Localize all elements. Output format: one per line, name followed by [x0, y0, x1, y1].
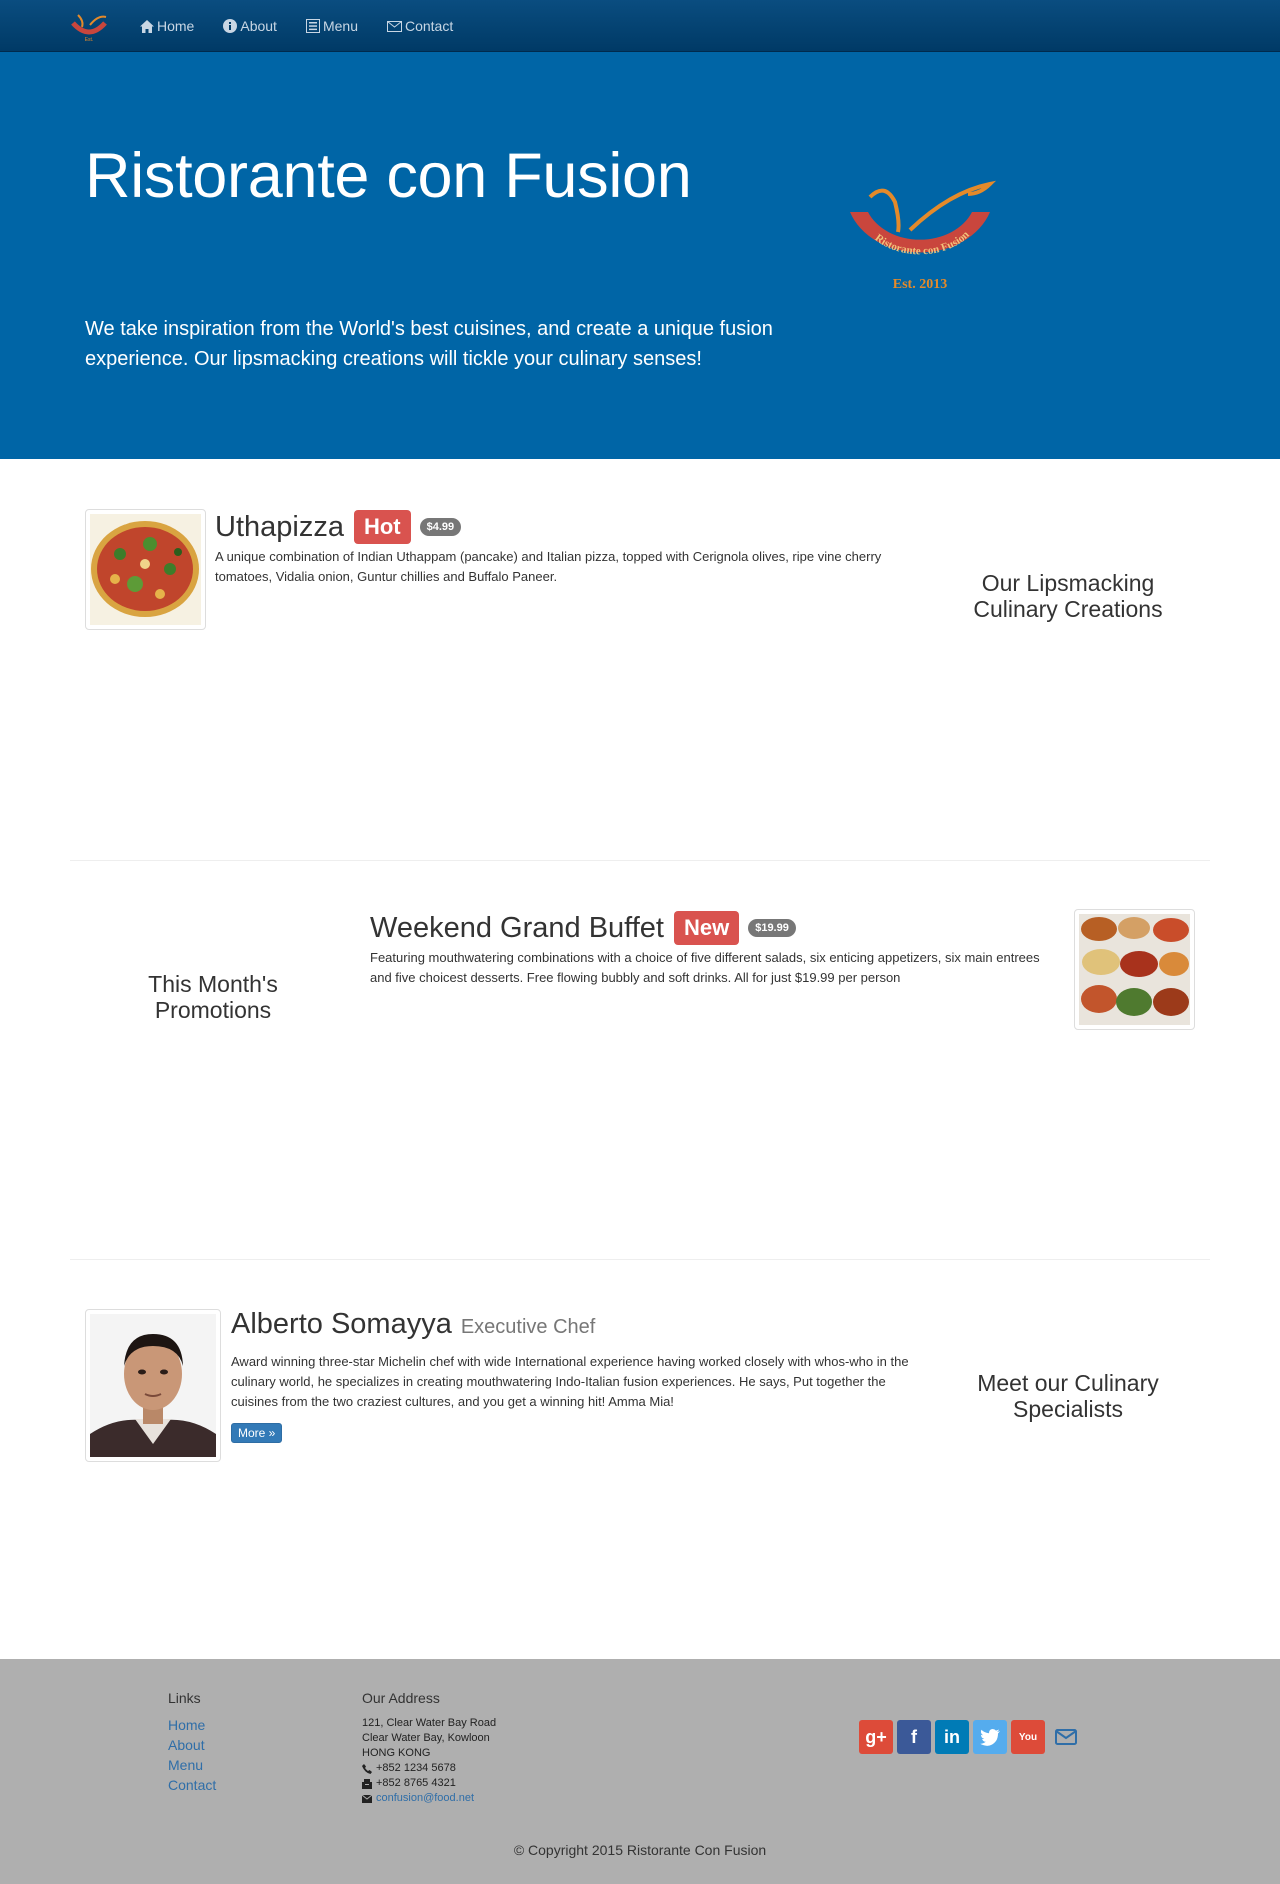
copyright: © Copyright 2015 Ristorante Con Fusion [513, 1842, 767, 1858]
footer-address-heading: Our Address [362, 1690, 440, 1706]
nav-menu-label: Menu [322, 18, 358, 34]
footer-links-heading: Links [168, 1690, 201, 1706]
linkedin-icon: in [944, 1726, 960, 1747]
svg-text:Est.: Est. [85, 37, 94, 43]
home-icon [140, 19, 154, 33]
envelope-icon [362, 1794, 372, 1803]
chef-designation: Executive Chef [460, 1316, 596, 1338]
list-icon [305, 19, 320, 33]
twitter-icon [980, 1728, 1000, 1746]
address-line: 121, Clear Water Bay Road [362, 1717, 497, 1729]
footer-link-about[interactable]: About [168, 1735, 216, 1755]
chef-name: Alberto Somayya [231, 1308, 452, 1340]
hot-label: Hot [353, 510, 411, 544]
info-icon [223, 19, 238, 33]
dish-description: A unique combination of Indian Uthappam … [215, 549, 882, 584]
nav-contact[interactable]: Contact [386, 18, 454, 34]
promotion-image [1074, 909, 1195, 1030]
email-row: confusion@food.net [362, 1791, 496, 1806]
promotion-name: Weekend Grand Buffet [370, 911, 664, 944]
fax-number: +852 8765 4321 [376, 1777, 456, 1789]
phone-row: +852 1234 5678 [362, 1761, 496, 1776]
nav-menu[interactable]: Menu [305, 18, 358, 34]
address-line: HONG KONG [362, 1747, 431, 1759]
facebook-icon: f [911, 1726, 917, 1747]
footer-link-contact[interactable]: Contact [168, 1775, 216, 1795]
chef-description: Award winning three-star Michelin chef w… [231, 1354, 909, 1409]
restaurant-logo: Ristorante con Fusion Est. 2013 [840, 172, 1010, 292]
chef-heading: Alberto Somayya Executive Chef [231, 1308, 595, 1341]
fax-row: +852 8765 4321 [362, 1776, 496, 1791]
section-divider [70, 1259, 1210, 1260]
svg-text:Est. 2013: Est. 2013 [893, 277, 947, 292]
phone-icon [362, 1763, 372, 1774]
dish-heading: Uthapizza Hot $4.99 [215, 510, 462, 544]
linkedin-button[interactable]: in [935, 1720, 969, 1754]
footer: Links Home About Menu Contact Our Addres… [0, 1659, 1280, 1884]
nav-home-label: Home [157, 18, 195, 34]
address-line: Clear Water Bay, Kowloon [362, 1732, 490, 1744]
nav-home[interactable]: Home [140, 18, 194, 34]
promotion-price-badge: $19.99 [748, 919, 796, 937]
fax-icon [362, 1778, 372, 1789]
promotion-heading: Weekend Grand Buffet New $19.99 [370, 911, 796, 945]
google-plus-button[interactable]: g+ [859, 1720, 893, 1754]
dish-name: Uthapizza [215, 510, 344, 543]
jumbotron: Ristorante con Fusion We take inspiratio… [0, 52, 1280, 459]
facebook-button[interactable]: f [897, 1720, 931, 1754]
hero-title: Ristorante con Fusion [85, 141, 692, 211]
footer-links: Home About Menu Contact [168, 1715, 216, 1795]
nav-about-label: About [240, 18, 277, 34]
social-buttons: g+ f in You [859, 1720, 1087, 1754]
promotion-description: Featuring mouthwatering combinations wit… [370, 950, 1040, 985]
youtube-button[interactable]: You [1011, 1720, 1045, 1754]
promotion-section-title: This Month's Promotions [148, 971, 278, 1023]
new-label: New [673, 911, 740, 945]
navbar: Est. Home About Menu Contact [0, 0, 1280, 52]
brand-logo[interactable]: Est. [68, 11, 110, 43]
email-link[interactable]: confusion@food.net [376, 1791, 474, 1806]
youtube-icon: You [1018, 1731, 1038, 1743]
footer-link-menu[interactable]: Menu [168, 1755, 216, 1775]
dish-price-badge: $4.99 [419, 518, 462, 536]
dish-image [85, 509, 206, 630]
envelope-icon [1055, 1729, 1077, 1745]
twitter-button[interactable] [973, 1720, 1007, 1754]
footer-link-home[interactable]: Home [168, 1715, 216, 1735]
more-button[interactable]: More » [231, 1423, 283, 1443]
section-divider [70, 860, 1210, 861]
envelope-icon [386, 20, 402, 32]
dish-section-title: Our Lipsmacking Culinary Creations [973, 570, 1163, 622]
footer-address: 121, Clear Water Bay Road Clear Water Ba… [362, 1716, 496, 1806]
chef-section-title: Meet our Culinary Specialists [977, 1370, 1159, 1422]
nav-contact-label: Contact [404, 18, 454, 34]
nav-about[interactable]: About [223, 18, 277, 34]
google-plus-icon: g+ [865, 1726, 887, 1747]
hero-subtitle: We take inspiration from the World's bes… [85, 318, 773, 370]
chef-photo [85, 1309, 221, 1462]
phone-number: +852 1234 5678 [376, 1762, 456, 1774]
mail-button[interactable] [1049, 1720, 1083, 1754]
